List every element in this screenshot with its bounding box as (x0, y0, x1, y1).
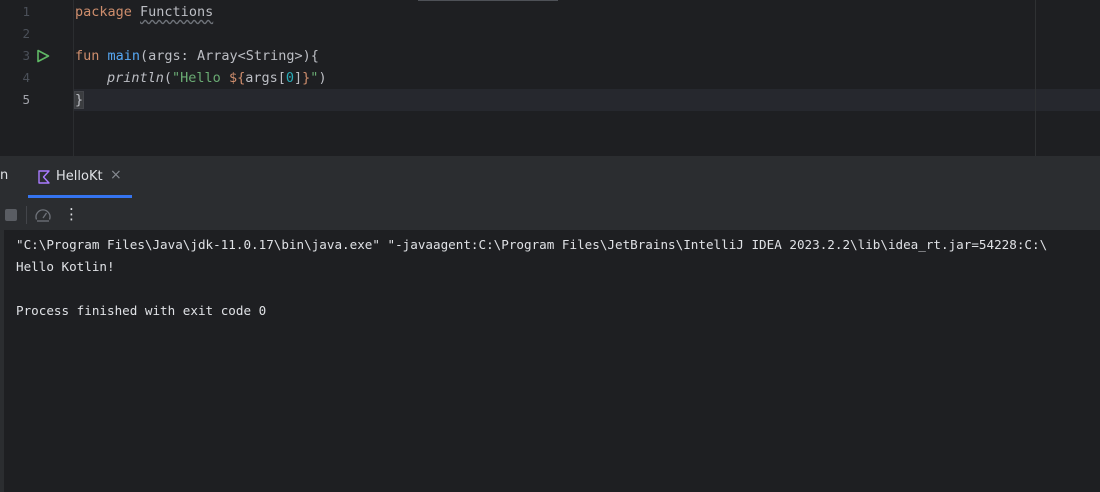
code-line-5[interactable]: } (73, 89, 85, 111)
string: "Hello (172, 70, 229, 86)
run-triangle-icon[interactable] (36, 49, 50, 63)
console-output[interactable]: "C:\Program Files\Java\jdk-11.0.17\bin\j… (0, 230, 1100, 492)
keyword: package (75, 4, 132, 20)
gutter-separator (73, 0, 74, 156)
run-toolbar: ⋮ (0, 198, 1100, 231)
template-open: ${ (228, 70, 246, 86)
function-name: main (107, 48, 141, 64)
line-number-current: 5 (22, 92, 30, 107)
close-icon[interactable]: × (110, 167, 122, 183)
tab-hellokt[interactable]: HelloKt × (28, 157, 132, 198)
expression: args (245, 70, 278, 86)
console-gutter (0, 230, 4, 492)
function-call: println (107, 70, 164, 86)
keyword: fun (75, 48, 100, 64)
open-brace: { (310, 48, 319, 64)
paren: ( (163, 70, 173, 86)
bracket: ] (294, 70, 303, 86)
editor-gutter: 1 2 3 4 5 (0, 0, 73, 156)
params: (args: Array<String>) (140, 48, 311, 64)
right-margin-guide (1035, 0, 1036, 156)
console-line: "C:\Program Files\Java\jdk-11.0.17\bin\j… (16, 237, 1048, 252)
tool-window-title: n (0, 168, 9, 183)
editor-scroll-indicator (418, 0, 558, 1)
bracket: [ (277, 70, 286, 86)
package-name: Functions (140, 4, 214, 20)
console-line: Hello Kotlin! (16, 259, 115, 274)
code-line-3[interactable]: fun main(args: Array<String>){ (75, 45, 319, 67)
console-line: Process finished with exit code 0 (16, 303, 267, 318)
line-number: 3 (22, 48, 30, 63)
line-number: 4 (22, 70, 30, 85)
gauge-icon[interactable] (34, 207, 52, 223)
tab-label: HelloKt (56, 169, 103, 184)
kotlin-icon (38, 170, 50, 184)
current-line-highlight (0, 89, 1100, 111)
more-options-icon[interactable]: ⋮ (64, 205, 79, 223)
code-editor[interactable]: 1 2 3 4 5 package Functions fun main(arg… (0, 0, 1100, 156)
stop-icon[interactable] (5, 209, 17, 221)
toolbar-divider (26, 206, 27, 224)
code-line-4[interactable]: println("Hello ${args[0]}") (107, 67, 327, 89)
paren: ) (318, 70, 327, 86)
line-number: 1 (22, 4, 30, 19)
run-tab-bar: n HelloKt × (0, 157, 1100, 198)
close-brace: } (73, 91, 85, 109)
line-number: 2 (22, 26, 30, 41)
run-tool-window: n HelloKt × ⋮ "C:\Program Files\Java\jdk… (0, 156, 1100, 492)
code-line-1[interactable]: package Functions (75, 1, 213, 23)
number: 0 (285, 70, 295, 86)
